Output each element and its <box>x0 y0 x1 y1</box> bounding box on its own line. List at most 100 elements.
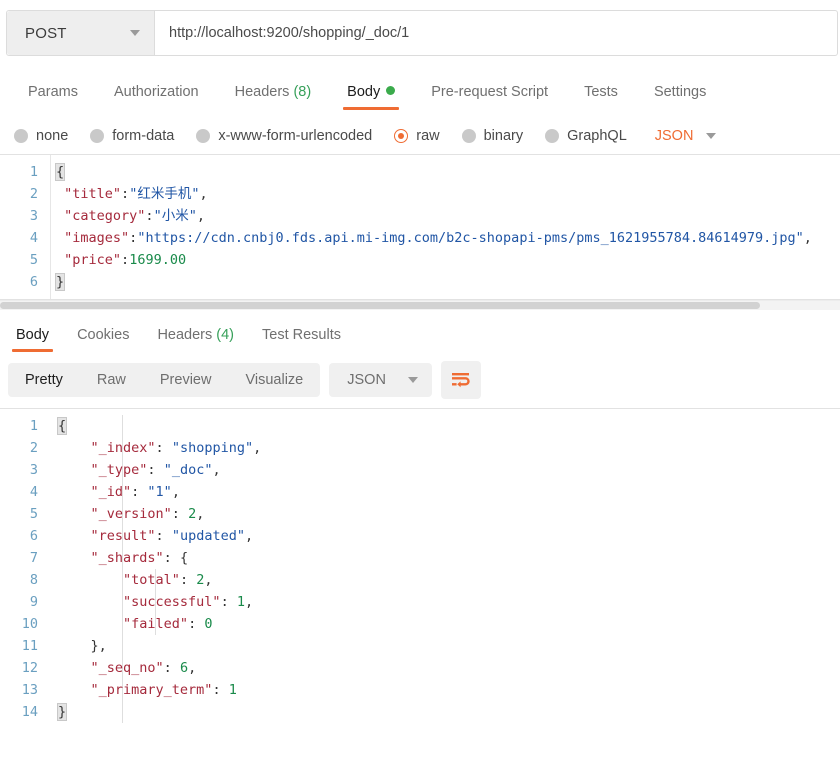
response-tab-cookies[interactable]: Cookies <box>63 326 143 353</box>
response-view-pretty[interactable]: Pretty <box>8 363 80 397</box>
response-view-segmented-control: Pretty Raw Preview Visualize <box>8 363 321 397</box>
code-token: "category" <box>64 208 146 224</box>
response-tab-test-results[interactable]: Test Results <box>248 327 355 353</box>
code-token: "小米" <box>153 208 197 224</box>
response-view-toolbar: Pretty Raw Preview Visualize JSON <box>0 352 840 408</box>
radio-label: none <box>36 128 69 144</box>
code-token: "_seq_no" <box>90 660 164 676</box>
line-number: 9 <box>29 594 38 610</box>
request-editor-code[interactable]: { "title":"红米手机", "category":"小米", "imag… <box>46 155 840 299</box>
response-format-label: JSON <box>347 372 386 388</box>
code-token: : <box>155 528 172 544</box>
request-tab-settings[interactable]: Settings <box>636 84 724 111</box>
code-line: "total": 2, <box>48 569 840 591</box>
request-tab-tests[interactable]: Tests <box>566 84 636 111</box>
body-type-radio-group: none form-data x-www-form-urlencoded raw bin… <box>0 110 840 154</box>
tab-label: Params <box>28 83 78 100</box>
line-number: 4 <box>29 230 38 246</box>
request-tab-body[interactable]: Body <box>329 83 413 111</box>
response-editor-gutter: 1 2 3 4 5 6 7 8 9 10 11 12 13 14 <box>0 409 46 729</box>
code-line: "images":"https://cdn.cnbj0.fds.api.mi-i… <box>46 227 840 249</box>
body-type-radio-raw[interactable]: raw <box>394 128 440 144</box>
line-number: 2 <box>29 186 38 202</box>
code-token: "updated" <box>171 528 245 544</box>
code-token: , <box>188 660 197 676</box>
response-format-select[interactable]: JSON <box>329 363 432 397</box>
http-method-label: POST <box>25 24 67 42</box>
scrollbar-thumb[interactable] <box>0 302 760 309</box>
line-number: 6 <box>29 274 38 290</box>
request-editor-horizontal-scrollbar[interactable] <box>0 300 840 310</box>
request-url-input[interactable]: http://localhost:9200/shopping/_doc/1 <box>155 11 837 55</box>
chevron-down-icon <box>407 377 418 383</box>
code-token: , <box>212 462 221 478</box>
chevron-down-icon <box>130 30 140 36</box>
code-token: { <box>179 550 189 566</box>
tab-label: Cookies <box>77 326 130 343</box>
request-body-editor[interactable]: 123456 { "title":"红米手机", "category":"小米"… <box>0 154 840 300</box>
response-tab-headers[interactable]: Headers (4) <box>143 327 248 353</box>
code-token: }, <box>90 638 107 654</box>
code-token: 0 <box>204 616 213 632</box>
response-view-raw[interactable]: Raw <box>80 363 143 397</box>
request-tab-bar: Params Authorization Headers (8) Body Pre-re… <box>0 68 840 110</box>
code-token: "total" <box>123 572 180 588</box>
radio-label: form-data <box>112 128 175 144</box>
code-token: "successful" <box>123 594 221 610</box>
request-body-format-select[interactable]: JSON <box>655 128 717 144</box>
code-line: }, <box>48 635 840 657</box>
tab-label: Body <box>347 83 381 100</box>
response-view-visualize[interactable]: Visualize <box>228 363 320 397</box>
code-token: : <box>121 252 130 268</box>
body-type-radio-graphql[interactable]: GraphQL <box>545 128 627 144</box>
body-type-radio-x-www-form-urlencoded[interactable]: x-www-form-urlencoded <box>196 128 372 144</box>
code-token: "_id" <box>90 484 132 500</box>
request-tab-params[interactable]: Params <box>10 83 96 111</box>
code-token: : <box>163 550 180 566</box>
code-token: "price" <box>64 252 122 268</box>
code-token: : <box>212 682 229 698</box>
line-number: 7 <box>29 550 38 566</box>
radio-label: raw <box>416 128 440 144</box>
line-number: 6 <box>29 528 38 544</box>
code-line: { <box>46 161 840 183</box>
word-wrap-toggle-button[interactable] <box>440 361 481 399</box>
code-token: 1699.00 <box>129 252 187 268</box>
line-number: 3 <box>29 462 38 478</box>
code-token: , <box>171 484 180 500</box>
response-editor-code[interactable]: { "_index": "shopping", "_type": "_doc",… <box>46 409 840 729</box>
body-type-radio-form-data[interactable]: form-data <box>90 128 174 144</box>
code-line: "category":"小米", <box>46 205 840 227</box>
code-token: "_version" <box>90 506 172 522</box>
body-type-radio-none[interactable]: none <box>14 128 68 144</box>
response-tab-body[interactable]: Body <box>2 327 63 353</box>
bracket-highlight: { <box>54 163 66 181</box>
code-line: "_index": "shopping", <box>48 437 840 459</box>
tab-label: Headers <box>234 83 290 100</box>
request-tab-authorization[interactable]: Authorization <box>96 84 217 111</box>
body-type-radio-binary[interactable]: binary <box>461 128 523 144</box>
request-tab-pre-request-script[interactable]: Pre-request Script <box>413 84 566 111</box>
response-body-editor[interactable]: 1 2 3 4 5 6 7 8 9 10 11 12 13 14 { "_index": "shoppin… <box>0 408 840 729</box>
http-method-select[interactable]: POST <box>7 11 155 55</box>
radio-icon <box>461 129 476 143</box>
code-line: "_seq_no": 6, <box>48 657 840 679</box>
code-line: "result": "updated", <box>48 525 840 547</box>
code-token: "shopping" <box>171 440 254 456</box>
request-tab-headers[interactable]: Headers (8) <box>217 83 330 111</box>
request-url-bar: POST http://localhost:9200/shopping/_doc… <box>6 10 838 56</box>
line-number: 3 <box>29 208 38 224</box>
response-view-preview[interactable]: Preview <box>143 363 229 397</box>
code-token: , <box>204 572 213 588</box>
